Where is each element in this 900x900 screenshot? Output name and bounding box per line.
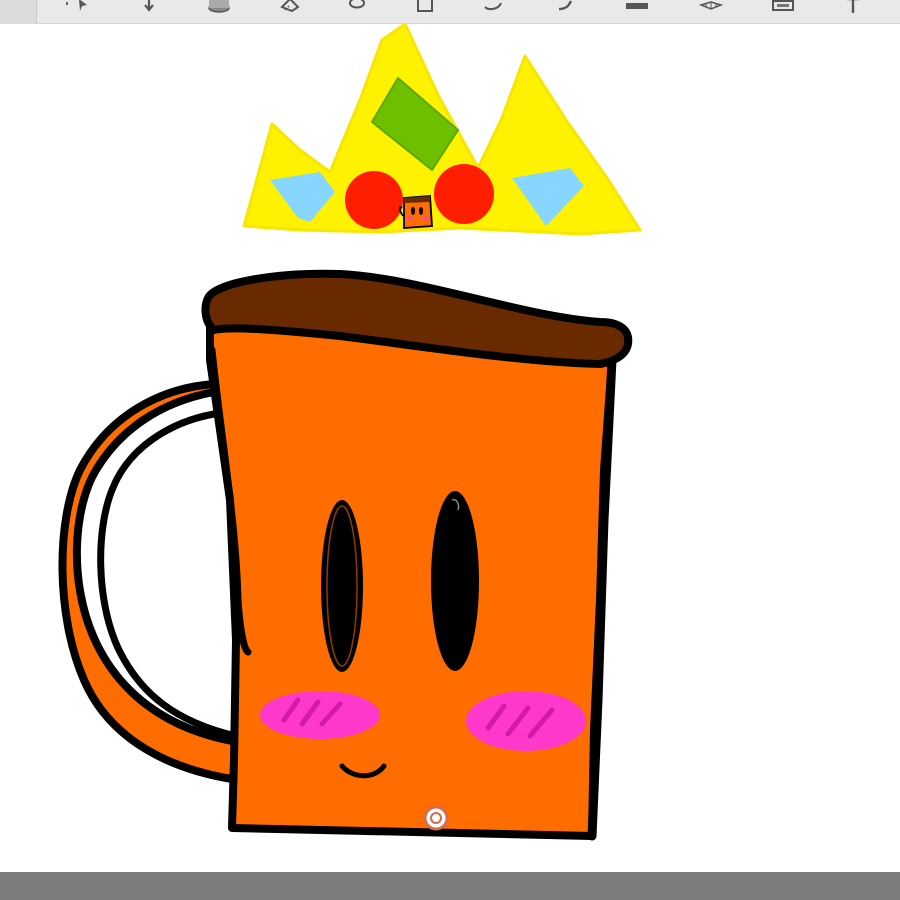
rectangle-tool-button[interactable] [624, 0, 650, 13]
curve-tool-button[interactable] [552, 0, 578, 13]
frame-icon [772, 0, 794, 11]
crown-right-red-gem [434, 164, 494, 224]
text-icon [847, 0, 859, 13]
rectangle-icon [626, 3, 648, 9]
mug-drawing [58, 24, 642, 841]
text-tool-button[interactable] [840, 0, 866, 13]
move-down-tool-button[interactable] [136, 0, 162, 13]
eraser-icon [280, 0, 300, 13]
select-arrow-icon [66, 0, 87, 11]
bucket-icon [208, 0, 230, 13]
select-arrow-tool-button[interactable] [64, 0, 90, 13]
mug-body [206, 292, 616, 840]
transform-tool-button[interactable] [344, 0, 370, 13]
lasso-tool-button[interactable] [480, 0, 506, 13]
frame-tool-button[interactable] [770, 0, 796, 13]
grid-icon [698, 1, 724, 10]
bottom-bar [0, 872, 900, 900]
crown-mini-mug-emblem [398, 195, 433, 229]
mug-left-blush [260, 691, 380, 739]
paint-app [0, 0, 900, 900]
layer-tool-button[interactable] [412, 0, 438, 13]
lasso-icon [484, 2, 502, 11]
layer-icon [417, 0, 433, 12]
mug-right-blush [466, 691, 586, 751]
crown [242, 24, 642, 236]
toolbar [0, 0, 900, 24]
grid-tool-button[interactable] [698, 0, 724, 13]
mug-right-eye [431, 491, 479, 671]
transform-icon [348, 0, 366, 9]
toolbar-gutter [0, 0, 37, 24]
rotate-handle-icon[interactable] [423, 805, 449, 831]
drawing-canvas[interactable] [0, 24, 900, 872]
bucket-tool-button[interactable] [206, 0, 232, 13]
eraser-tool-button[interactable] [278, 0, 304, 13]
crown-left-red-gem [345, 171, 403, 229]
curve-icon [558, 0, 573, 11]
move-down-icon [144, 0, 154, 12]
